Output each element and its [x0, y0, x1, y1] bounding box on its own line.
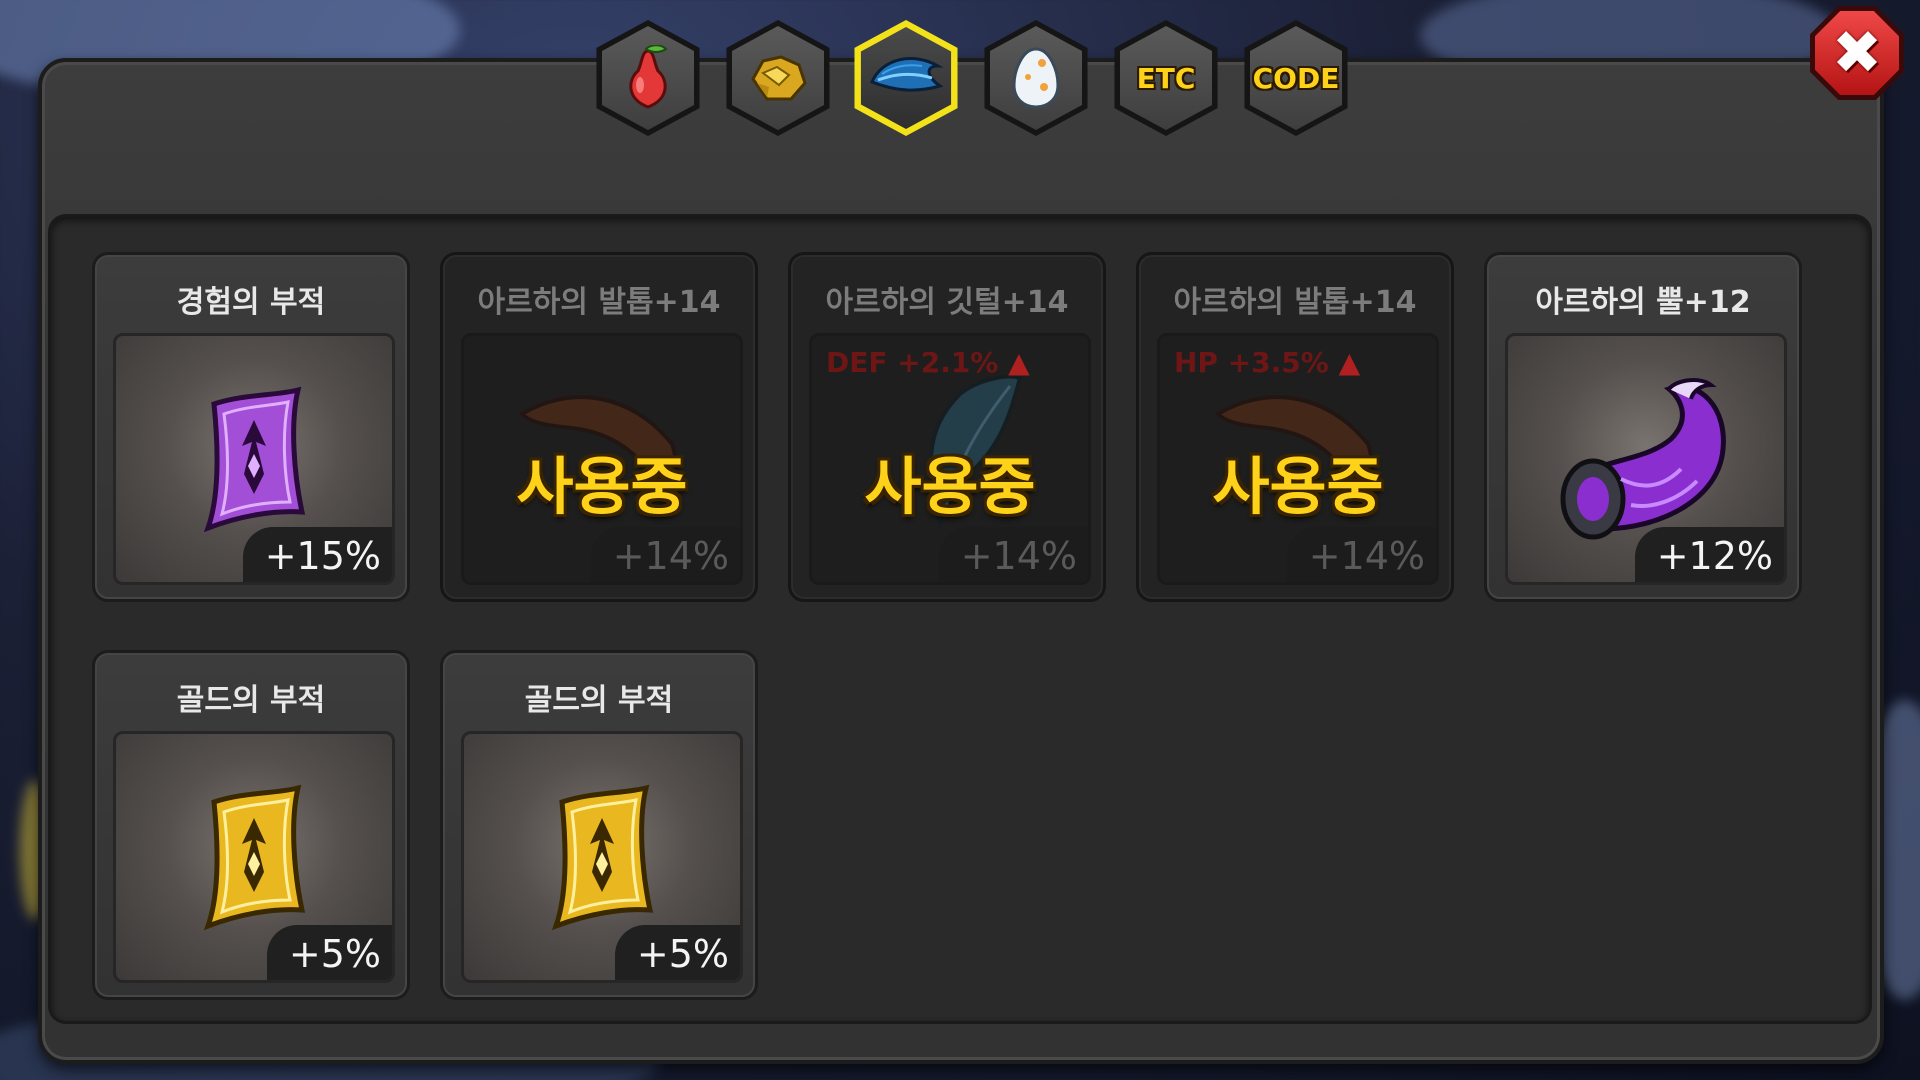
item-card[interactable]: 아르하의 깃털+14 DEF +2.1% ▲ 사용중 +14% [788, 252, 1106, 602]
in-use-label: 사용중 [516, 450, 688, 523]
gold-talisman-icon [203, 784, 306, 931]
tab-etc[interactable]: ETC [1110, 20, 1222, 136]
bonus-badge: +14% [590, 527, 740, 582]
item-title: 아르하의 발톱+14 [1173, 285, 1417, 320]
item-title: 아르하의 깃털+14 [825, 285, 1069, 320]
gold-talisman-icon [551, 784, 654, 931]
item-slot: +15% [113, 333, 395, 585]
in-use-label: 사용중 [864, 450, 1036, 523]
arrow-up-icon: ▲ [1338, 346, 1361, 379]
item-title: 경험의 부적 [176, 285, 326, 320]
tab-fruit[interactable] [592, 20, 704, 136]
purple-talisman-icon [203, 386, 306, 533]
item-slot: +12% [1505, 333, 1787, 585]
item-slot: +5% [113, 731, 395, 983]
item-card[interactable]: 골드의 부적 +5% [440, 650, 758, 1000]
bonus-badge: +5% [266, 925, 392, 980]
egg-icon [1012, 47, 1060, 109]
item-title: 아르하의 뿔+12 [1535, 285, 1751, 320]
tab-egg[interactable] [980, 20, 1092, 136]
tab-code-label: CODE [1252, 61, 1340, 95]
arrow-up-icon: ▲ [1008, 346, 1030, 379]
in-use-label: 사용중 [1212, 450, 1384, 523]
item-title: 골드의 부적 [176, 683, 326, 718]
item-card[interactable]: 골드의 부적 +5% [92, 650, 410, 1000]
item-slot: +5% [461, 731, 743, 983]
purple-horn-icon [1560, 378, 1726, 540]
close-icon: ✖ [1831, 18, 1883, 88]
item-slot: DEF +2.1% ▲ 사용중 +14% [809, 333, 1091, 585]
item-slot: HP +3.5% ▲ 사용중 +14% [1157, 333, 1439, 585]
tab-ore[interactable] [722, 20, 834, 136]
bonus-badge: +12% [1634, 527, 1784, 582]
blue-feather-icon [870, 57, 944, 92]
tab-feather[interactable] [850, 20, 962, 136]
gold-ore-icon [751, 55, 807, 101]
stat-bonus: HP +3.5% ▲ [1174, 346, 1361, 379]
item-card[interactable]: 아르하의 발톱+14 사용중 +14% [440, 252, 758, 602]
item-title: 아르하의 발톱+14 [477, 285, 721, 320]
item-title: 골드의 부적 [524, 683, 674, 718]
bonus-badge: +14% [938, 527, 1088, 582]
tab-code[interactable]: CODE [1240, 20, 1352, 136]
stat-bonus: DEF +2.1% ▲ [826, 346, 1030, 379]
item-card[interactable]: 경험의 부적 +15% [92, 252, 410, 602]
bonus-badge: +15% [242, 527, 392, 582]
item-card[interactable]: 아르하의 발톱+14 HP +3.5% ▲ 사용중 +14% [1136, 252, 1454, 602]
bonus-badge: +5% [614, 925, 740, 980]
item-slot: 사용중 +14% [461, 333, 743, 585]
tab-etc-label: ETC [1136, 61, 1196, 95]
item-card[interactable]: 아르하의 뿔+12 +12% [1484, 252, 1802, 602]
bonus-badge: +14% [1286, 527, 1436, 582]
pear-fruit-icon [629, 45, 668, 109]
